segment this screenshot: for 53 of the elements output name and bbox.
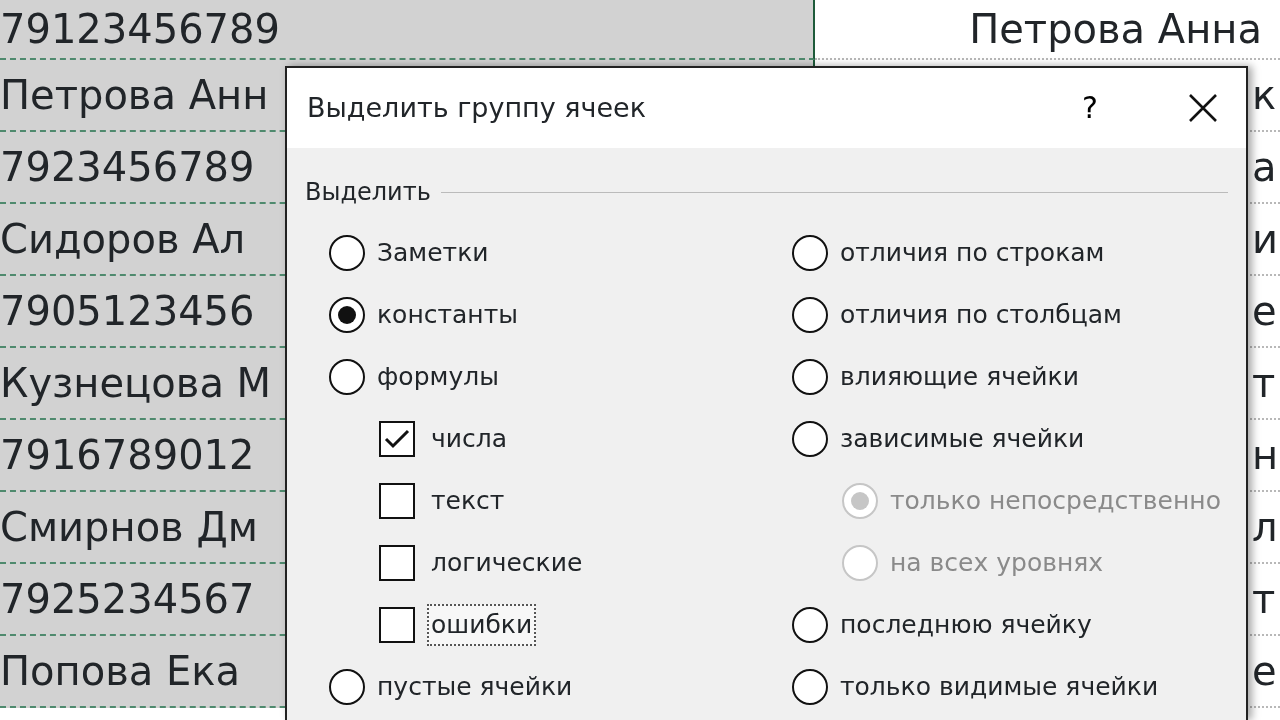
- close-icon: [1188, 93, 1218, 123]
- option-label[interactable]: отличия по столбцам: [840, 296, 1122, 334]
- table-cell: е: [1252, 649, 1277, 693]
- option-label[interactable]: формулы: [377, 358, 499, 396]
- option-label[interactable]: влияющие ячейки: [840, 358, 1079, 396]
- table-cell: Попова Ека: [0, 649, 240, 693]
- table-cell: а: [1252, 145, 1277, 189]
- table-cell: Смирнов Дм: [0, 505, 258, 549]
- table-cell: Сидоров Ал: [0, 217, 246, 261]
- table-cell: к: [1252, 73, 1277, 117]
- table-cell: н: [1252, 433, 1279, 477]
- option-label[interactable]: текст: [427, 480, 509, 522]
- table-cell: 7925234567: [0, 577, 255, 621]
- table-cell: 7916789012: [0, 433, 255, 477]
- option-label[interactable]: Заметки: [377, 234, 489, 272]
- radio-button[interactable]: [792, 235, 828, 271]
- option-label[interactable]: последнюю ячейку: [840, 606, 1092, 644]
- radio-button[interactable]: [792, 359, 828, 395]
- option-label[interactable]: отличия по строкам: [840, 234, 1105, 272]
- radio-button[interactable]: [792, 421, 828, 457]
- radio-button[interactable]: [792, 297, 828, 333]
- radio-button[interactable]: [792, 669, 828, 705]
- option-label[interactable]: логические: [427, 542, 587, 584]
- help-button[interactable]: ?: [1076, 93, 1104, 123]
- table-cell: 79123456789: [0, 7, 280, 51]
- table-cell: Петрова Анна: [969, 7, 1262, 51]
- checkbox[interactable]: [379, 607, 415, 643]
- table-cell: т: [1252, 361, 1276, 405]
- option-label[interactable]: числа: [427, 418, 512, 460]
- group-label: Выделить: [305, 177, 431, 208]
- checkbox[interactable]: [379, 545, 415, 581]
- option-label[interactable]: пустые ячейки: [377, 668, 573, 706]
- option-label[interactable]: зависимые ячейки: [840, 420, 1085, 458]
- radio-button[interactable]: [329, 297, 365, 333]
- radio-button[interactable]: [792, 607, 828, 643]
- dialog-title: Выделить группу ячеек: [307, 90, 648, 125]
- option-label[interactable]: константы: [377, 296, 518, 334]
- table-cell: 7923456789: [0, 145, 255, 189]
- radio-button[interactable]: [329, 669, 365, 705]
- table-cell: т: [1252, 577, 1276, 621]
- table-cell: и: [1252, 217, 1278, 261]
- table-cell: е: [1252, 289, 1277, 333]
- checkbox[interactable]: [379, 421, 415, 457]
- radio-button[interactable]: [329, 359, 365, 395]
- table-cell: л: [1252, 505, 1278, 549]
- option-label[interactable]: только видимые ячейки: [840, 668, 1159, 706]
- option-label[interactable]: ошибки: [427, 604, 537, 646]
- table-cell: 7905123456: [0, 289, 255, 333]
- check-icon: [384, 428, 410, 450]
- checkbox[interactable]: [379, 483, 415, 519]
- radio-button[interactable]: [329, 235, 365, 271]
- table-cell: Петрова Анн: [0, 73, 269, 117]
- table-cell: Кузнецова М: [0, 361, 272, 405]
